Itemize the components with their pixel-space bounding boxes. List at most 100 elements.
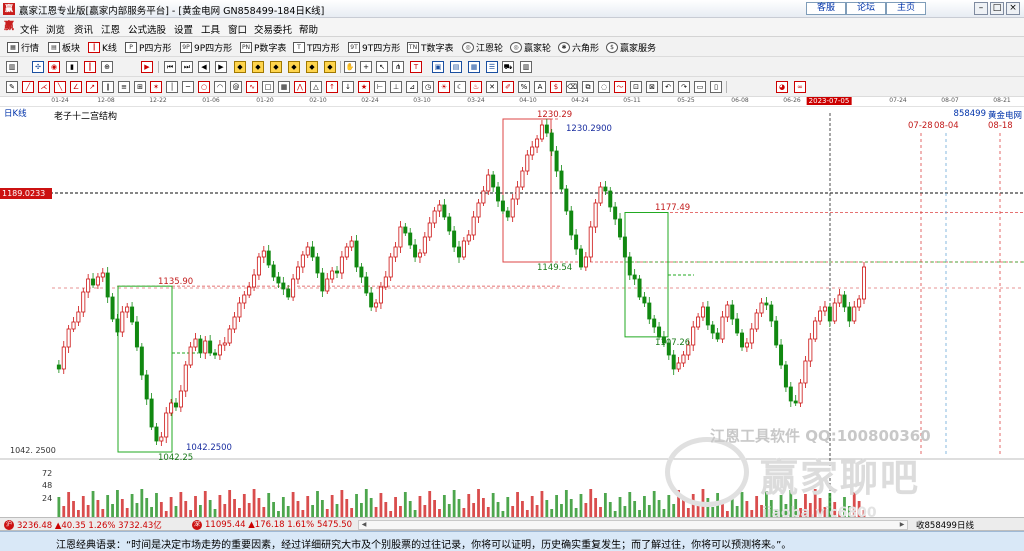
percent-icon[interactable]: % — [518, 81, 530, 93]
pattern-icon[interactable]: ✣ — [32, 61, 44, 73]
t-number-table-button[interactable]: TN T数字表 — [407, 40, 454, 54]
winner-service-button[interactable]: $ 赢家服务 — [606, 40, 656, 54]
text-tool-icon[interactable]: T — [410, 61, 422, 73]
pencil-icon[interactable]: ✎ — [6, 81, 18, 93]
9p-square-button[interactable]: 9P 9P四方形 — [180, 40, 232, 54]
scroll-left-icon[interactable]: ◀ — [359, 521, 369, 529]
step-start-icon[interactable]: ⏮ — [164, 61, 176, 73]
diamond-3-icon[interactable]: ◆ — [270, 61, 282, 73]
kline-button[interactable]: ┃ K线 — [88, 40, 117, 54]
channel-icon[interactable]: ≡ — [118, 81, 130, 93]
triangle-icon[interactable]: △ — [310, 81, 322, 93]
gann-fan-icon[interactable]: ✶ — [150, 81, 162, 93]
kline-chart[interactable]: 日K线 老子十二宫结构 858499 黄金电网 1189.0233 1042. … — [0, 107, 1024, 521]
price-mark-icon[interactable]: $ — [550, 81, 562, 93]
pen2-icon[interactable]: ✐ — [502, 81, 514, 93]
diamond-1-icon[interactable]: ◆ — [234, 61, 246, 73]
menu-file[interactable]: 文件 — [20, 22, 39, 36]
fan-icon[interactable]: ⋌ — [38, 81, 50, 93]
cross-icon[interactable]: ✕ — [486, 81, 498, 93]
sun-icon[interactable]: ☀ — [438, 81, 450, 93]
menu-info[interactable]: 资讯 — [74, 22, 93, 36]
ruler-icon[interactable]: ⊢ — [374, 81, 386, 93]
save-icon[interactable]: ▭ — [694, 81, 706, 93]
service-link[interactable]: 客服 — [806, 2, 846, 15]
market-index-sh[interactable]: 沪 3236.48 ▲40.35 1.26% 3732.43亿 — [4, 519, 162, 531]
hide-icon[interactable]: ◌ — [598, 81, 610, 93]
close-icon[interactable]: × — [1006, 2, 1020, 15]
flag-icon[interactable]: ▶ — [141, 61, 153, 73]
speed-icon[interactable]: ⊿ — [406, 81, 418, 93]
sectors-button[interactable]: ▤ 板块 — [48, 40, 80, 54]
menu-window[interactable]: 窗口 — [228, 22, 247, 36]
menu-settings[interactable]: 设置 — [174, 22, 193, 36]
bars-icon[interactable]: ▮ — [66, 61, 78, 73]
lock-icon[interactable]: ⊡ — [630, 81, 642, 93]
p-number-table-button[interactable]: PN P数字表 — [240, 40, 286, 54]
diamond-4-icon[interactable]: ◆ — [288, 61, 300, 73]
copy-icon[interactable]: ⧉ — [582, 81, 594, 93]
star-icon[interactable]: ★ — [358, 81, 370, 93]
market-index-sz[interactable]: 深 11095.44 ▲176.18 1.61% 5475.50 — [192, 519, 352, 531]
time-icon[interactable]: ◷ — [422, 81, 434, 93]
crosshair-icon[interactable]: + — [360, 61, 372, 73]
ray-icon[interactable]: ↗ — [86, 81, 98, 93]
box-icon[interactable]: □ — [262, 81, 274, 93]
diamond-6-icon[interactable]: ◆ — [324, 61, 336, 73]
fork-icon[interactable]: ⋔ — [392, 61, 404, 73]
hexagon-button[interactable]: ✱ 六角形 — [558, 40, 599, 54]
undo-icon[interactable]: ↶ — [662, 81, 674, 93]
chart-scrollbar[interactable]: ◀ ▶ — [358, 520, 908, 530]
fire-icon[interactable]: ♨ — [470, 81, 482, 93]
cycle-icon[interactable]: ∿ — [246, 81, 258, 93]
layers-icon[interactable]: ▥ — [520, 61, 532, 73]
menu-trade[interactable]: 交易委托 — [254, 22, 292, 36]
vertical-icon[interactable]: │ — [166, 81, 178, 93]
menu-tools[interactable]: 工具 — [201, 22, 220, 36]
text-a-icon[interactable]: A — [534, 81, 546, 93]
horizontal-icon[interactable]: ─ — [182, 81, 194, 93]
forum-link[interactable]: 论坛 — [846, 2, 886, 15]
menu-browse[interactable]: 浏览 — [46, 22, 65, 36]
t-square-button[interactable]: T T四方形 — [293, 40, 340, 54]
arc-icon[interactable]: ◠ — [214, 81, 226, 93]
step-back-icon[interactable]: ◀ — [198, 61, 210, 73]
layout-icon[interactable]: ▥ — [6, 61, 18, 73]
candle-up-icon[interactable]: ┃ — [84, 61, 96, 73]
step-next-icon[interactable]: ▶ — [215, 61, 227, 73]
arrow-icon[interactable]: ↖ — [376, 61, 388, 73]
list-tool-icon[interactable]: ☰ — [486, 61, 498, 73]
zigzag-icon[interactable]: ⋀ — [294, 81, 306, 93]
target-icon[interactable]: ◉ — [48, 61, 60, 73]
eraser-icon[interactable]: ⌫ — [566, 81, 578, 93]
chart-tool-icon[interactable]: ▦ — [468, 61, 480, 73]
menu-help[interactable]: 帮助 — [299, 22, 318, 36]
menu-gann[interactable]: 江恩 — [101, 22, 120, 36]
hand-icon[interactable]: ✋ — [344, 61, 356, 73]
fib-icon[interactable]: ⊞ — [134, 81, 146, 93]
infinity-icon[interactable]: ∞ — [794, 81, 806, 93]
open-icon[interactable]: ▯ — [710, 81, 722, 93]
trend-icon[interactable]: ╲ — [54, 81, 66, 93]
parallel-icon[interactable]: ∥ — [102, 81, 114, 93]
color-wheel-icon[interactable]: ◕ — [776, 81, 788, 93]
quotes-button[interactable]: ▦ 行情 — [7, 40, 39, 54]
9t-square-button[interactable]: 9T 9T四方形 — [348, 40, 400, 54]
minimize-icon[interactable]: – — [974, 2, 988, 15]
p-square-button[interactable]: P P四方形 — [125, 40, 171, 54]
moon-icon[interactable]: ☾ — [454, 81, 466, 93]
diamond-5-icon[interactable]: ◆ — [306, 61, 318, 73]
grid2-icon[interactable]: ▦ — [278, 81, 290, 93]
car-icon[interactable]: ⛟ — [502, 61, 514, 73]
period-label[interactable]: 日K线 — [4, 107, 27, 119]
scale-icon[interactable]: ⊕ — [101, 61, 113, 73]
sheet-tool-icon[interactable]: ▤ — [450, 61, 462, 73]
diamond-2-icon[interactable]: ◆ — [252, 61, 264, 73]
window-tool-icon[interactable]: ▣ — [432, 61, 444, 73]
maximize-icon[interactable]: □ — [990, 2, 1004, 15]
mark-down-icon[interactable]: ↓ — [342, 81, 354, 93]
redo-icon[interactable]: ↷ — [678, 81, 690, 93]
mark-up-icon[interactable]: ↑ — [326, 81, 338, 93]
spiral-icon[interactable]: @ — [230, 81, 242, 93]
measure-icon[interactable]: ⊥ — [390, 81, 402, 93]
